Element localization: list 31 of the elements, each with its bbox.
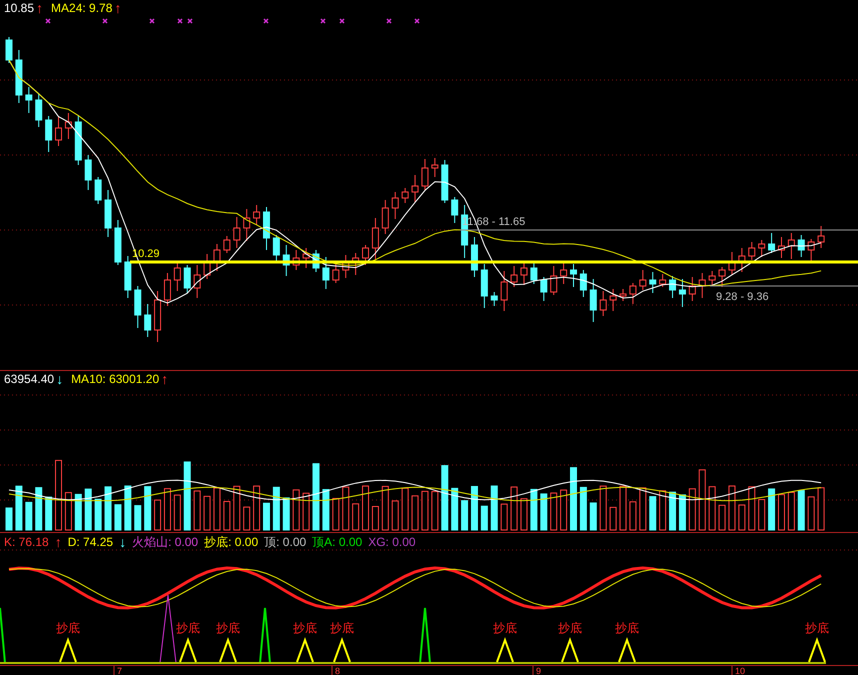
signal-label: 抄底 xyxy=(56,621,80,635)
trend-arrow: ↑ xyxy=(54,534,62,550)
indicator-value: MA24: 9.78 xyxy=(51,0,112,16)
trend-arrow: ↑ xyxy=(36,0,44,16)
signal-label: 抄底 xyxy=(615,621,639,635)
trend-arrow: ↓ xyxy=(56,371,64,387)
indicator-value: 抄底: 0.00 xyxy=(204,534,258,550)
axis-label: 8 xyxy=(335,666,340,675)
indicator-value: D: 74.25 xyxy=(68,534,114,550)
indicator-value: 火焰山: 0.00 xyxy=(132,534,198,550)
signal-label: 抄底 xyxy=(176,621,200,635)
trend-arrow: ↑ xyxy=(114,0,122,16)
signal-label: 抄底 xyxy=(558,621,582,635)
signal-label: 抄底 xyxy=(216,621,240,635)
indicator-value: MA10: 63001.20 xyxy=(71,371,160,387)
trend-arrow: ↑ xyxy=(161,371,168,387)
signal-label: 抄底 xyxy=(493,621,517,635)
signal-label: 抄底 xyxy=(805,621,829,635)
axis-label: 7 xyxy=(117,666,122,675)
axis-label: 10 xyxy=(735,666,746,675)
axis-label: 9 xyxy=(536,666,542,675)
indicator-value: K: 76.18 xyxy=(4,534,49,550)
signal-label: 抄底 xyxy=(293,621,317,635)
indicator-value: XG: 0.00 xyxy=(368,534,416,550)
indicator-value: 63954.40 xyxy=(4,371,54,387)
indicator-value: 顶A: 0.00 xyxy=(312,534,362,550)
indicator-value: 10.85 xyxy=(4,0,34,16)
indicator-value: 顶: 0.00 xyxy=(264,534,306,550)
price-label: 9.28 - 9.36 xyxy=(716,291,769,303)
signal-label: 抄底 xyxy=(330,621,354,635)
trend-arrow: ↓ xyxy=(119,534,126,550)
